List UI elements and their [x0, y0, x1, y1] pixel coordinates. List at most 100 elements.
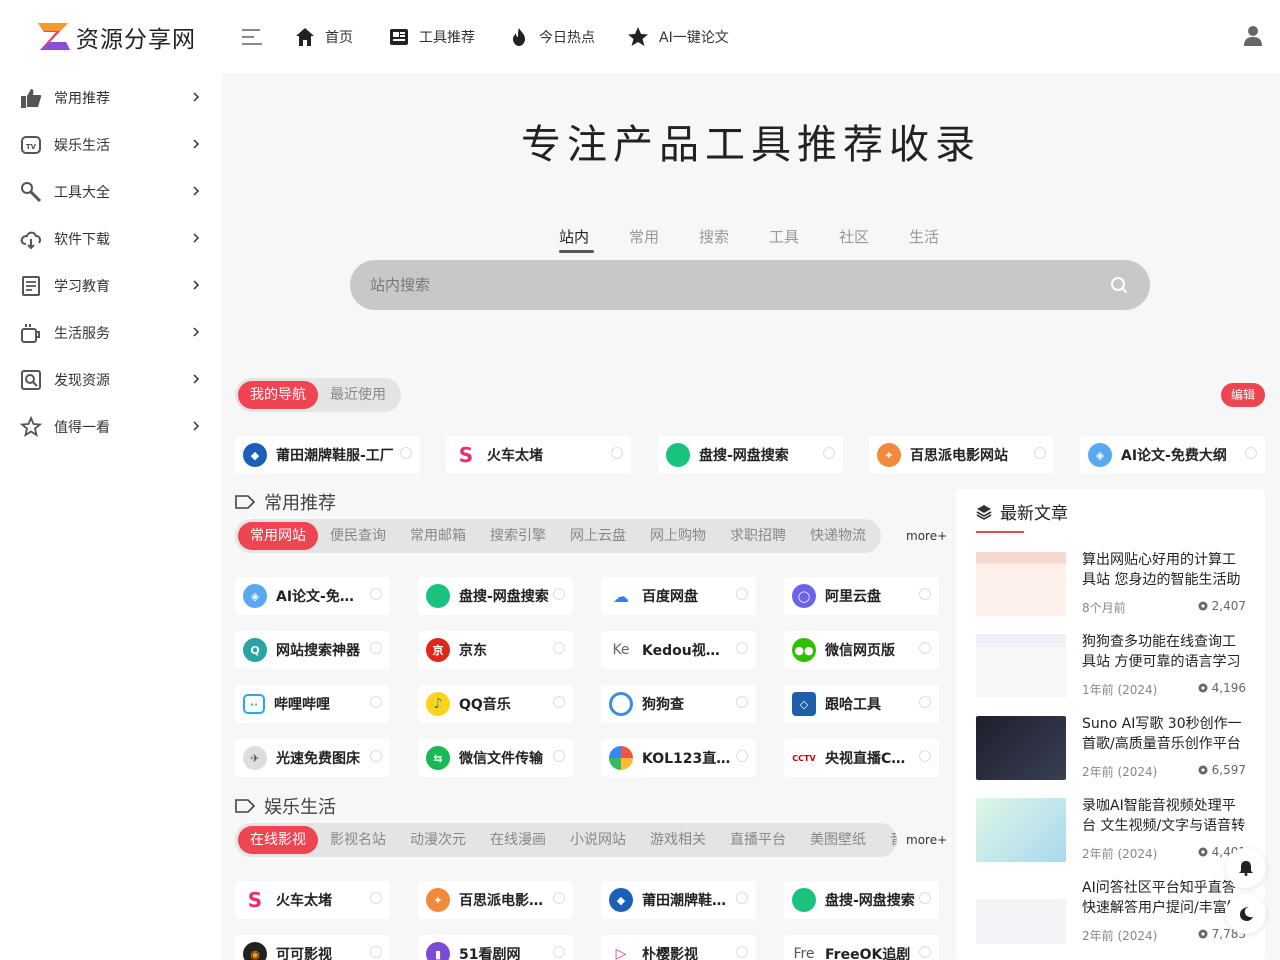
arrow-icon[interactable] [919, 642, 931, 654]
sidebar-item-common[interactable]: 常用推荐 [0, 74, 222, 121]
arrow-icon[interactable] [919, 696, 931, 708]
arrow-icon[interactable] [736, 588, 748, 600]
sidebar-item-education[interactable]: 学习教育 [0, 262, 222, 309]
arrow-icon[interactable] [553, 892, 565, 904]
arrow-icon[interactable] [553, 946, 565, 958]
tab-common[interactable]: 常用 [629, 226, 699, 256]
site-card[interactable]: ⇆ 微信文件传输 [418, 739, 573, 777]
site-card[interactable]: ☁ 百度网盘 [601, 577, 756, 615]
site-card[interactable]: ♪ QQ音乐 [418, 685, 573, 723]
nav-tools[interactable]: 工具推荐 [389, 24, 475, 50]
arrow-icon[interactable] [553, 588, 565, 600]
arrow-icon[interactable] [370, 946, 382, 958]
article-item[interactable]: 录咖AI智能音视频处理平台 文生视频/文字与语音转换 2年前 (2024) 4,… [976, 798, 1246, 864]
arrow-icon[interactable] [553, 696, 565, 708]
nav-ai-paper[interactable]: AI一键论文 [627, 24, 729, 50]
arrow-icon[interactable] [370, 892, 382, 904]
more-link[interactable]: more+ [906, 833, 947, 847]
site-card[interactable]: S 火车太堵 [235, 881, 390, 919]
arrow-icon[interactable] [919, 750, 931, 762]
tab-music[interactable]: 音 [878, 826, 897, 854]
arrow-icon[interactable] [611, 447, 623, 459]
article-title[interactable]: 狗狗查多功能在线查询工具站 方便可靠的语言学习工具 [1082, 632, 1246, 672]
arrow-icon[interactable] [736, 750, 748, 762]
site-card[interactable]: ◯ 阿里云盘 [784, 577, 939, 615]
arrow-icon[interactable] [370, 750, 382, 762]
site-card[interactable]: 盘搜-网盘搜索 [784, 881, 939, 919]
site-card[interactable]: ◆ 莆田潮牌鞋服-工厂 [235, 436, 420, 474]
sidebar-item-life[interactable]: 生活服务 [0, 309, 222, 356]
article-title[interactable]: 算出网贴心好用的计算工具站 您身边的智能生活助手 [1082, 550, 1246, 590]
site-card[interactable]: CCTV 央视直播CCTV [784, 739, 939, 777]
site-card[interactable]: 京京东 [418, 631, 573, 669]
tab-live[interactable]: 直播平台 [718, 826, 798, 854]
search-input[interactable] [370, 276, 1070, 294]
arrow-icon[interactable] [400, 447, 412, 459]
site-card[interactable]: KOL123直播导航 [601, 739, 756, 777]
site-card[interactable]: ✈ 光速免费图床 [235, 739, 390, 777]
sidebar-item-worth[interactable]: 值得一看 [0, 403, 222, 450]
site-card[interactable]: ·· 哔哩哔哩 [235, 685, 390, 723]
site-card[interactable]: 狗狗查 [601, 685, 756, 723]
tab-tools[interactable]: 工具 [769, 226, 839, 256]
site-card[interactable]: ✦ 百思派电影网站 [869, 436, 1054, 474]
arrow-icon[interactable] [553, 750, 565, 762]
tab-online-video[interactable]: 在线影视 [238, 826, 318, 854]
arrow-icon[interactable] [370, 696, 382, 708]
site-card[interactable]: S 火车太堵 [446, 436, 631, 474]
site-card[interactable]: ◉ 可可影视 [235, 935, 390, 960]
tab-common-sites[interactable]: 常用网站 [238, 522, 318, 550]
article-item[interactable]: Suno AI写歌 30秒创作一首歌/高质量音乐创作平台 2年前 (2024) … [976, 716, 1246, 782]
sidebar-item-tools[interactable]: 工具大全 [0, 168, 222, 215]
tab-video-sites[interactable]: 影视名站 [318, 826, 398, 854]
arrow-icon[interactable] [1245, 447, 1257, 459]
tab-comics[interactable]: 在线漫画 [478, 826, 558, 854]
menu-toggle-button[interactable] [242, 27, 264, 47]
arrow-icon[interactable] [919, 946, 931, 958]
article-item[interactable]: 狗狗查多功能在线查询工具站 方便可靠的语言学习工具 1年前 (2024) 4,1… [976, 634, 1246, 700]
site-card[interactable]: Fre FreeOK追剧 [784, 935, 939, 960]
tab-recent[interactable]: 最近使用 [318, 381, 398, 409]
site-card[interactable]: Q 网站搜索神器 [235, 631, 390, 669]
user-button[interactable] [1242, 25, 1264, 47]
search-icon[interactable] [1110, 276, 1128, 294]
arrow-icon[interactable] [370, 642, 382, 654]
tab-search[interactable]: 搜索 [699, 226, 769, 256]
site-card[interactable]: ●● 微信网页版 [784, 631, 939, 669]
tab-site[interactable]: 站内 [559, 226, 629, 256]
sidebar-item-entertainment[interactable]: TV 娱乐生活 [0, 121, 222, 168]
tab-jobs[interactable]: 求职招聘 [718, 522, 798, 550]
arrow-icon[interactable] [736, 642, 748, 654]
arrow-icon[interactable] [370, 588, 382, 600]
article-title[interactable]: 录咖AI智能音视频处理平台 文生视频/文字与语音转换 [1082, 796, 1246, 836]
tab-shopping[interactable]: 网上购物 [638, 522, 718, 550]
arrow-icon[interactable] [553, 642, 565, 654]
article-item[interactable]: 算出网贴心好用的计算工具站 您身边的智能生活助手 8个月前 2,407 [976, 552, 1246, 618]
tab-my-nav[interactable]: 我的导航 [238, 381, 318, 409]
arrow-icon[interactable] [919, 892, 931, 904]
site-card[interactable]: ▮ 51看剧网 [418, 935, 573, 960]
tab-anime[interactable]: 动漫次元 [398, 826, 478, 854]
more-link[interactable]: more+ [906, 529, 947, 543]
sidebar-item-discover[interactable]: 发现资源 [0, 356, 222, 403]
arrow-icon[interactable] [823, 447, 835, 459]
site-card[interactable]: ▷ 朴樱影视 [601, 935, 756, 960]
arrow-icon[interactable] [1034, 447, 1046, 459]
site-card[interactable]: 盘搜-网盘搜索 [418, 577, 573, 615]
notification-button[interactable] [1226, 848, 1266, 888]
tab-wallpaper[interactable]: 美图壁纸 [798, 826, 878, 854]
tab-novels[interactable]: 小说网站 [558, 826, 638, 854]
site-card[interactable]: 盘搜-网盘搜索 [658, 436, 843, 474]
article-title[interactable]: AI问答社区平台知乎直答 快速解答用户提问/丰富知识 [1082, 878, 1246, 918]
article-title[interactable]: Suno AI写歌 30秒创作一首歌/高质量音乐创作平台 [1082, 714, 1246, 754]
site-card[interactable]: ◈ AI论文-免费大纲 [1080, 436, 1265, 474]
arrow-icon[interactable] [736, 946, 748, 958]
tab-express[interactable]: 快递物流 [798, 522, 878, 550]
tab-convenience[interactable]: 便民查询 [318, 522, 398, 550]
sidebar-item-software[interactable]: 软件下载 [0, 215, 222, 262]
dark-mode-button[interactable] [1226, 894, 1266, 934]
nav-home[interactable]: 首页 [295, 24, 353, 50]
tab-games[interactable]: 游戏相关 [638, 826, 718, 854]
tab-search-engine[interactable]: 搜索引擎 [478, 522, 558, 550]
tab-email[interactable]: 常用邮箱 [398, 522, 478, 550]
